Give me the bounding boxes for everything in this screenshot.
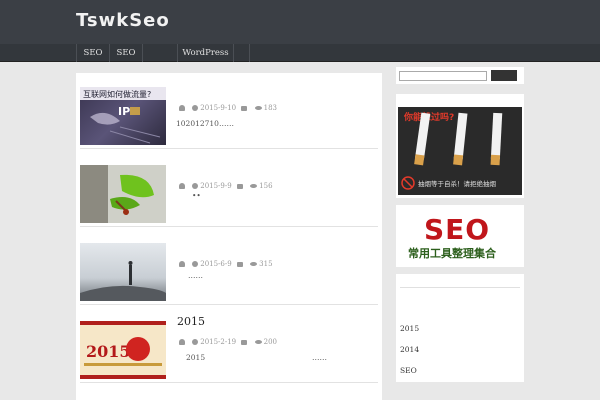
post-meta: 2015-9-9 156: [176, 182, 273, 190]
post-excerpt: ••: [192, 191, 201, 200]
archive-widget: 2015 2014 SEO: [396, 274, 524, 382]
folder-icon: [236, 261, 243, 267]
clock-icon: [192, 261, 199, 267]
site-logo[interactable]: TswkSeo: [76, 10, 170, 31]
eye-icon: [254, 340, 262, 344]
post-list: 互联网如何做流量? IP 2015-9-10 183 102012710…… 2…: [76, 73, 382, 400]
eye-icon: [250, 184, 258, 188]
thumb-year: 2015: [86, 342, 131, 361]
thumb-caption: 互联网如何做流量?: [83, 89, 151, 99]
ad-widget-seo: SEO 常用工具整理集合: [396, 205, 524, 267]
nav-item-blank-2[interactable]: [233, 44, 249, 62]
lone-figure-image: [80, 261, 166, 301]
main-nav: SEO SEO WordPress: [0, 44, 600, 62]
search-input[interactable]: [399, 71, 487, 81]
user-icon: [179, 261, 185, 267]
post-thumbnail[interactable]: 2015: [80, 321, 166, 379]
post-excerpt: ……: [188, 271, 203, 280]
user-icon: [179, 183, 185, 189]
post-excerpt-tail: ……: [312, 353, 327, 362]
folder-icon: [241, 105, 248, 111]
post-views: 183: [263, 104, 277, 112]
post-item: 2015-9-9 156 ••: [80, 157, 378, 227]
eye-icon: [250, 262, 258, 266]
post-item: 2015-6-9 315 ……: [80, 235, 378, 305]
post-views: 200: [263, 338, 277, 346]
clock-icon: [192, 339, 199, 345]
ad-smoking-banner[interactable]: 你能躲过吗? 抽烟等于自杀！请拒绝抽烟: [398, 107, 522, 195]
post-excerpt: 2015: [186, 353, 206, 362]
seo-banner-subtitle: 常用工具整理集合: [408, 247, 496, 260]
ad-widget-smoking: 你能躲过吗? 抽烟等于自杀！请拒绝抽烟: [396, 94, 524, 198]
post-date: 2015-9-9: [200, 182, 232, 190]
clock-icon: [192, 183, 199, 189]
seo-tools-banner[interactable]: SEO 常用工具整理集合: [400, 211, 518, 261]
post-meta: 2015-2-19 200: [176, 338, 277, 346]
folder-icon: [236, 183, 243, 189]
new-year-image: 2015: [80, 321, 166, 379]
post-item: 2015 2015 2015-2-19 200 2015 ……: [80, 313, 378, 383]
user-icon: [179, 339, 185, 345]
post-meta: 2015-9-10 183: [176, 104, 277, 112]
ip-traffic-image: 互联网如何做流量? IP: [80, 87, 166, 144]
site-header: TswkSeo: [0, 0, 600, 44]
folder-icon: [241, 339, 248, 345]
post-meta: 2015-6-9 315: [176, 260, 273, 268]
post-views: 156: [259, 182, 273, 190]
post-thumbnail[interactable]: [80, 243, 166, 301]
search-widget: [396, 67, 524, 84]
cigarettes-image: 你能躲过吗? 抽烟等于自杀！请拒绝抽烟: [398, 107, 522, 195]
nav-item-seo-2[interactable]: SEO: [109, 44, 142, 62]
post-date: 2015-2-19: [200, 338, 237, 346]
nav-item-blank[interactable]: [142, 44, 161, 62]
archive-item[interactable]: SEO: [400, 366, 417, 375]
widget-divider: [400, 287, 520, 288]
thumb-ip: IP: [118, 105, 130, 118]
post-title[interactable]: 2015: [177, 315, 205, 328]
archive-item[interactable]: 2015: [400, 324, 419, 333]
nav-item-seo[interactable]: SEO: [76, 44, 109, 62]
nav-divider: [249, 44, 250, 62]
ad-bottom-text: 抽烟等于自杀！请拒绝抽烟: [418, 179, 497, 188]
seo-banner-title: SEO: [424, 213, 491, 246]
nav-item-wordpress[interactable]: WordPress: [177, 44, 233, 62]
eye-icon: [254, 106, 262, 110]
post-date: 2015-9-10: [200, 104, 237, 112]
post-thumbnail[interactable]: 互联网如何做流量? IP: [80, 87, 166, 145]
archive-item[interactable]: 2014: [400, 345, 419, 354]
post-date: 2015-6-9: [200, 260, 232, 268]
user-icon: [179, 105, 185, 111]
post-excerpt: 102012710……: [176, 119, 234, 128]
post-views: 315: [259, 260, 273, 268]
leaf-ant-image: [80, 165, 166, 223]
post-thumbnail[interactable]: [80, 165, 166, 223]
search-button[interactable]: [491, 70, 517, 81]
clock-icon: [192, 105, 199, 111]
post-item: 互联网如何做流量? IP 2015-9-10 183 102012710……: [80, 79, 378, 149]
